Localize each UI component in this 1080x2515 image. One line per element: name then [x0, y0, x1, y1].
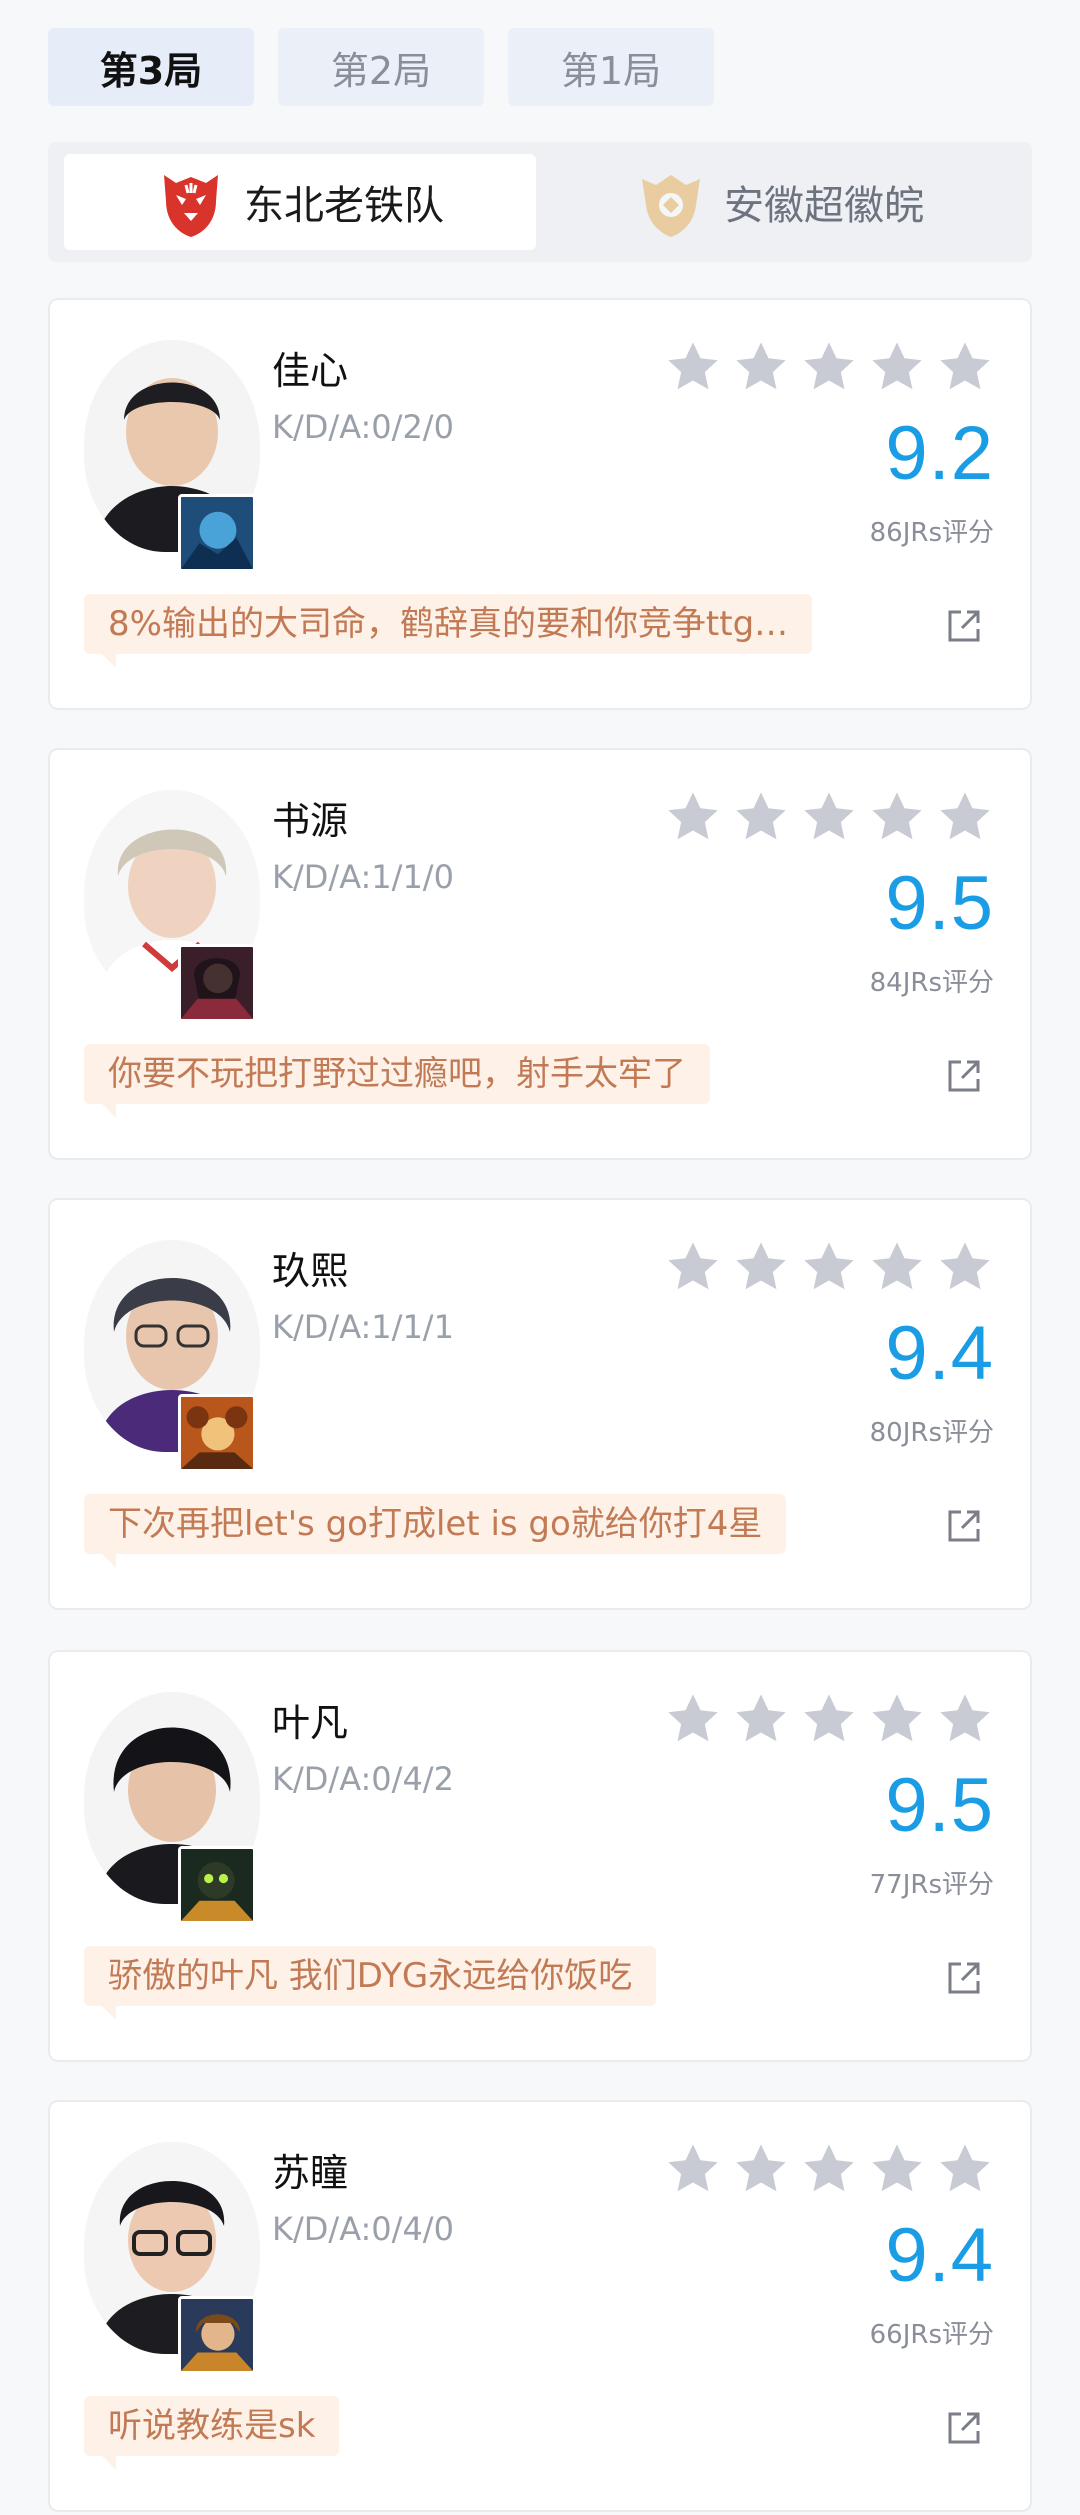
top-comment[interactable]: 听说教练是sk [84, 2396, 340, 2470]
player-name: 叶凡 [272, 1701, 349, 1745]
star-icon[interactable] [868, 2140, 926, 2198]
vote-count: 77JRs评分 [869, 1870, 994, 1900]
player-kda: K/D/A:0/4/2 [272, 1760, 454, 1798]
star-icon[interactable] [664, 788, 722, 846]
player-score: 9.5 [885, 1763, 994, 1848]
star-icon[interactable] [800, 788, 858, 846]
rating-stars[interactable] [664, 1238, 994, 1296]
share-icon[interactable] [944, 1958, 984, 1998]
player-card[interactable]: 苏瞳 K/D/A:0/4/0 9.4 66JRs评分 听说教练是sk [48, 2100, 1032, 2512]
star-icon[interactable] [936, 1690, 994, 1748]
player-kda: K/D/A:1/1/0 [272, 858, 454, 896]
player-card[interactable]: 佳心 K/D/A:0/2/0 9.2 86JRs评分 8%输出的大司命，鹤辞真的… [48, 298, 1032, 710]
hero-green-icon [178, 1846, 256, 1924]
star-icon[interactable] [868, 788, 926, 846]
player-score: 9.2 [885, 411, 994, 496]
player-card[interactable]: 叶凡 K/D/A:0/4/2 9.5 77JRs评分 骄傲的叶凡 我们DYG永远… [48, 1650, 1032, 2062]
share-icon[interactable] [944, 606, 984, 646]
player-score: 9.5 [885, 861, 994, 946]
rating-stars[interactable] [664, 2140, 994, 2198]
vote-count: 86JRs评分 [869, 518, 994, 548]
star-icon[interactable] [664, 1690, 722, 1748]
player-card[interactable]: 书源 K/D/A:1/1/0 9.5 84JRs评分 你要不玩把打野过过瘾吧，射… [48, 748, 1032, 1160]
top-comment[interactable]: 你要不玩把打野过过瘾吧，射手太牢了 [84, 1044, 710, 1118]
vote-count: 80JRs评分 [869, 1418, 994, 1448]
share-icon[interactable] [944, 1056, 984, 1096]
player-kda: K/D/A:0/4/0 [272, 2210, 454, 2248]
rating-stars[interactable] [664, 788, 994, 846]
share-icon[interactable] [944, 1506, 984, 1546]
share-icon[interactable] [944, 2408, 984, 2448]
player-name: 佳心 [272, 349, 349, 393]
star-icon[interactable] [868, 1690, 926, 1748]
player-kda: K/D/A:0/2/0 [272, 408, 454, 446]
star-icon[interactable] [936, 1238, 994, 1296]
hero-orange-icon [178, 1394, 256, 1472]
top-comment[interactable]: 骄傲的叶凡 我们DYG永远给你饭吃 [84, 1946, 657, 2020]
player-name: 玖熙 [272, 1249, 349, 1293]
star-icon[interactable] [936, 788, 994, 846]
star-icon[interactable] [936, 2140, 994, 2198]
player-name: 苏瞳 [272, 2151, 349, 2195]
team-tab-right[interactable]: 安徽超徽皖 [544, 154, 1016, 250]
player-kda: K/D/A:1/1/1 [272, 1308, 454, 1346]
star-icon[interactable] [800, 1690, 858, 1748]
tab-game-1[interactable]: 第1局 [508, 28, 714, 106]
vote-count: 84JRs评分 [869, 968, 994, 998]
player-score: 9.4 [885, 2213, 994, 2298]
star-icon[interactable] [732, 1690, 790, 1748]
vote-count: 66JRs评分 [869, 2320, 994, 2350]
star-icon[interactable] [800, 1238, 858, 1296]
tiger-logo-icon [164, 175, 218, 237]
star-icon[interactable] [868, 1238, 926, 1296]
team-name-right: 安徽超徽皖 [724, 183, 924, 229]
star-icon[interactable] [800, 338, 858, 396]
top-comment[interactable]: 8%输出的大司命，鹤辞真的要和你竞争ttg… [84, 594, 813, 668]
star-icon[interactable] [664, 338, 722, 396]
game-tabs: 第3局 第2局 第1局 [48, 28, 714, 106]
star-icon[interactable] [664, 2140, 722, 2198]
hero-brown-icon [178, 2296, 256, 2374]
hero-dark-icon [178, 944, 256, 1022]
tab-game-2[interactable]: 第2局 [278, 28, 484, 106]
star-icon[interactable] [936, 338, 994, 396]
rating-stars[interactable] [664, 338, 994, 396]
star-icon[interactable] [664, 1238, 722, 1296]
team-tab-left[interactable]: 东北老铁队 [64, 154, 536, 250]
player-card[interactable]: 玖熙 K/D/A:1/1/1 9.4 80JRs评分 下次再把let's go打… [48, 1198, 1032, 1610]
team-name-left: 东北老铁队 [244, 183, 444, 229]
player-name: 书源 [272, 799, 349, 843]
star-icon[interactable] [800, 2140, 858, 2198]
star-icon[interactable] [732, 2140, 790, 2198]
star-icon[interactable] [732, 338, 790, 396]
rating-stars[interactable] [664, 1690, 994, 1748]
hero-blue-icon [178, 494, 256, 572]
tab-game-3[interactable]: 第3局 [48, 28, 254, 106]
star-icon[interactable] [868, 338, 926, 396]
team-crest-logo-icon [642, 175, 700, 237]
top-comment[interactable]: 下次再把let's go打成let is go就给你打4星 [84, 1494, 787, 1568]
star-icon[interactable] [732, 788, 790, 846]
player-score: 9.4 [885, 1311, 994, 1396]
star-icon[interactable] [732, 1238, 790, 1296]
team-switch: 东北老铁队 安徽超徽皖 [48, 142, 1032, 262]
